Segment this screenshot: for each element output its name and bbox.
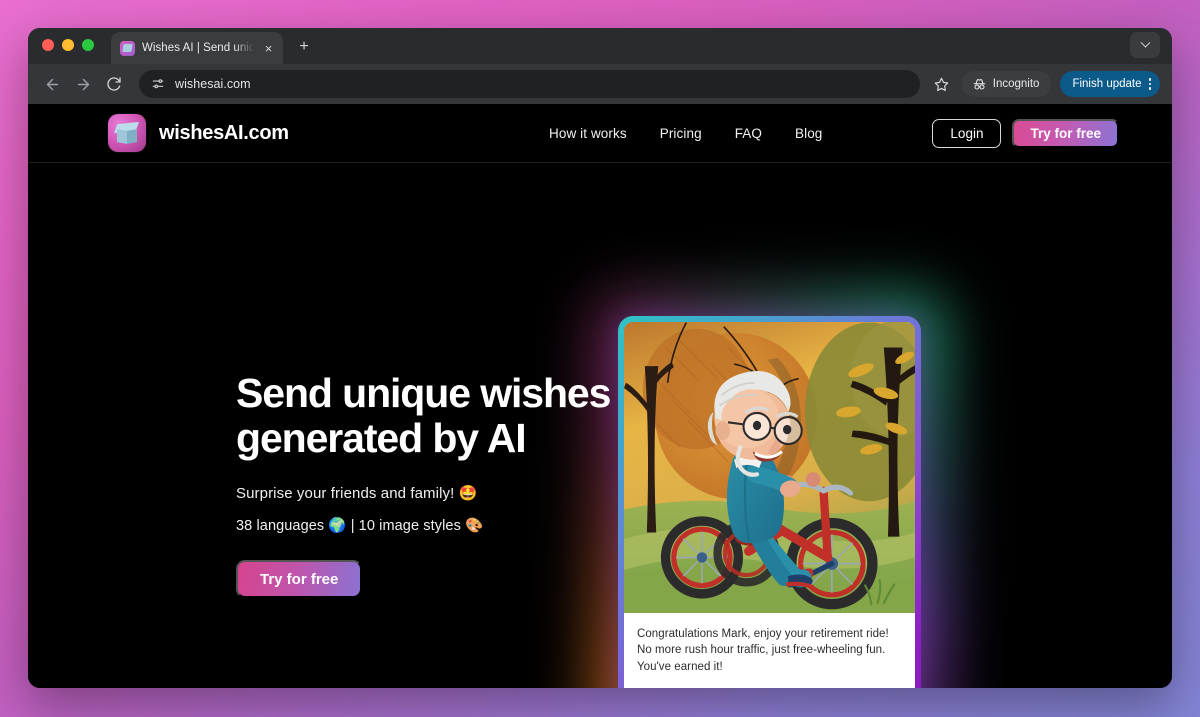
hero-title-line-2: generated by AI — [236, 414, 527, 461]
incognito-indicator[interactable]: Incognito — [961, 71, 1052, 97]
wish-card-inner: Congratulations Mark, enjoy your retirem… — [624, 322, 915, 688]
login-button[interactable]: Login — [932, 118, 1002, 148]
wish-card-caption: Congratulations Mark, enjoy your retirem… — [624, 613, 915, 688]
nav-link-blog[interactable]: Blog — [795, 126, 822, 141]
nav-link-faq[interactable]: FAQ — [735, 126, 762, 141]
site-nav: How it works Pricing FAQ Blog — [549, 126, 822, 141]
forward-button[interactable] — [69, 70, 97, 98]
chevron-down-icon — [1140, 37, 1150, 48]
maximize-window-button[interactable] — [82, 39, 94, 51]
page-content: wishesAI.com How it works Pricing FAQ Bl… — [28, 104, 1172, 688]
try-for-free-hero-button[interactable]: Try for free — [236, 560, 363, 599]
hero-section: Send unique wishes generated by AI Surpr… — [28, 163, 1172, 688]
url-text: wishesai.com — [175, 77, 251, 91]
tab-strip: Wishes AI | Send unique wish × + — [28, 28, 1172, 64]
gift-box-logo-icon — [108, 114, 146, 152]
reload-button[interactable] — [100, 70, 128, 98]
favicon-icon — [120, 40, 135, 56]
header-actions: Login Try for free — [932, 118, 1119, 148]
brand[interactable]: wishesAI.com — [108, 114, 289, 152]
try-for-free-header-button[interactable]: Try for free — [1012, 118, 1119, 148]
new-tab-button[interactable]: + — [294, 37, 314, 57]
close-window-button[interactable] — [42, 39, 54, 51]
incognito-label: Incognito — [992, 78, 1040, 90]
hero-meta: 38 languages 🌍 | 10 image styles 🎨 — [236, 518, 484, 535]
hero-title-line-1: Send unique wishes — [236, 370, 611, 416]
wish-card[interactable]: Congratulations Mark, enjoy your retirem… — [618, 316, 921, 688]
close-icon[interactable]: × — [261, 42, 276, 55]
brand-name: wishesAI.com — [159, 121, 289, 144]
finish-update-label: Finish update — [1072, 78, 1142, 90]
bookmark-button[interactable] — [929, 71, 955, 97]
finish-update-button[interactable]: Finish update — [1060, 71, 1160, 97]
hero-subtitle: Surprise your friends and family! 🤩 — [236, 485, 478, 503]
old-man-tricycle-illustration — [624, 322, 915, 613]
wish-card-illustration — [624, 322, 915, 613]
address-bar[interactable]: wishesai.com — [139, 70, 920, 98]
tab-search-button[interactable] — [1130, 32, 1160, 58]
minimize-window-button[interactable] — [62, 39, 74, 51]
back-button[interactable] — [38, 70, 66, 98]
kebab-menu-icon[interactable] — [1148, 78, 1151, 90]
window-controls — [42, 28, 94, 64]
tune-icon — [152, 79, 164, 89]
site-header: wishesAI.com How it works Pricing FAQ Bl… — [28, 104, 1172, 163]
browser-tab[interactable]: Wishes AI | Send unique wish × — [111, 32, 283, 64]
nav-link-pricing[interactable]: Pricing — [660, 126, 702, 141]
nav-link-how-it-works[interactable]: How it works — [549, 126, 627, 141]
page-title: Send unique wishes generated by AI — [236, 371, 636, 460]
incognito-hat-icon — [973, 78, 986, 90]
browser-window: Wishes AI | Send unique wish × + wishesa… — [28, 28, 1172, 688]
star-icon — [934, 77, 949, 91]
hero-copy: Send unique wishes generated by AI Surpr… — [236, 163, 636, 687]
tab-title: Wishes AI | Send unique wish — [142, 42, 254, 54]
hero-card-wrap: Congratulations Mark, enjoy your retirem… — [586, 286, 954, 688]
caption-text: Congratulations Mark, enjoy your retirem… — [637, 628, 889, 673]
browser-toolbar: wishesai.com Incognito Finish update — [28, 64, 1172, 104]
